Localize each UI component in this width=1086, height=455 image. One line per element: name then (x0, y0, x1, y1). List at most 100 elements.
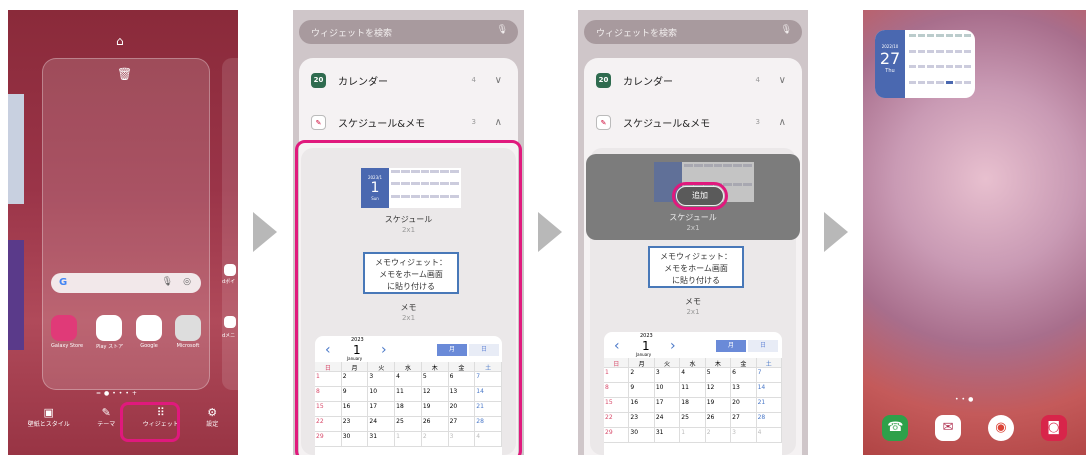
chevron-right-icon: › (670, 338, 676, 354)
settings-button[interactable]: ⚙ 設定 (206, 406, 218, 428)
google-search-bar[interactable]: G 🎙 ◎ (51, 273, 201, 293)
widget-group-calendar[interactable]: 20 カレンダー 4 ∨ (596, 70, 790, 90)
date-cell[interactable]: 24 (654, 413, 681, 428)
right-page-peek: dポイ dメニ (222, 58, 238, 390)
gear-icon: ⚙ (207, 406, 218, 419)
weekday-cell: 水 (680, 358, 706, 368)
schedule-widget[interactable]: 2022/10 27 Thu (875, 30, 975, 98)
date-cell[interactable]: 14 (756, 383, 782, 398)
phone-icon[interactable]: ☎ (882, 415, 909, 441)
weekday-cell: 金 (731, 358, 757, 368)
weekday-cell: 火 (654, 358, 681, 368)
mail-icon[interactable]: ✉ (935, 415, 962, 441)
chevron-up-icon: ∧ (778, 116, 786, 128)
highlight-frame (295, 140, 522, 455)
calendar-icon: 20 (596, 72, 611, 88)
brush-icon: ✎ (101, 406, 111, 419)
date-cell[interactable]: 25 (680, 413, 706, 428)
date-cell[interactable]: 23 (629, 413, 655, 428)
date-cell[interactable]: 16 (629, 398, 655, 413)
date-cell[interactable]: 4 (756, 428, 782, 443)
month-widget-thumb[interactable]: ‹ 2023 1 January › 月 日 日月火水木金土 123456789… (604, 332, 782, 455)
home-page-preview[interactable]: 🗑 G 🎙 ◎ Galaxy Store Play ストア Google Mic… (42, 58, 210, 390)
app-play-store[interactable]: Play ストア (96, 315, 123, 350)
widget-search-bar[interactable]: ウィジェットを検索 🎙 (299, 20, 518, 44)
date-cell[interactable]: 15 (604, 398, 630, 413)
left-page-peek (8, 94, 24, 204)
memo-widget-thumb[interactable]: メモウィジェット： メモをホーム画面 に貼り付ける (648, 246, 744, 288)
schedule-memo-icon: ✎ (311, 114, 326, 130)
date-cell[interactable]: 3 (731, 428, 757, 443)
app-d-menu[interactable] (224, 316, 236, 328)
date-cell[interactable]: 2 (705, 428, 732, 443)
app-row: Galaxy Store Play ストア Google Microsoft (51, 315, 201, 350)
date-cell[interactable]: 1 (680, 428, 706, 443)
date-cell[interactable]: 17 (654, 398, 681, 413)
date-cell[interactable]: 5 (705, 368, 732, 383)
date-cell[interactable]: 27 (731, 413, 757, 428)
weekday-cell: 月 (629, 358, 655, 368)
page-indicator: =●•••+ (96, 390, 140, 397)
date-cell[interactable]: 7 (756, 368, 782, 383)
weekday-cell: 日 (604, 358, 630, 368)
mic-icon[interactable]: 🎙 (497, 25, 508, 35)
date-cell[interactable]: 12 (705, 383, 732, 398)
date-cell[interactable]: 3 (654, 368, 681, 383)
app-google[interactable]: Google (136, 315, 163, 350)
chrome-icon[interactable]: ◉ (987, 415, 1014, 441)
app-microsoft[interactable]: Microsoft (174, 315, 201, 350)
widget-search-bar[interactable]: ウィジェットを検索 🎙 (584, 20, 802, 44)
widget-group-schedule-memo[interactable]: ✎ スケジュール&メモ 3 ∧ (311, 112, 506, 132)
wallpaper-style-button[interactable]: ▣ 壁紙とスタイル (28, 406, 70, 428)
lens-icon[interactable]: ◎ (183, 277, 191, 287)
date-cell[interactable]: 29 (604, 428, 630, 443)
date-cell[interactable]: 22 (604, 413, 630, 428)
chevron-up-icon: ∧ (494, 116, 502, 128)
app-d-point[interactable] (224, 264, 236, 276)
chevron-down-icon: ∨ (778, 74, 786, 86)
date-cell[interactable]: 21 (756, 398, 782, 413)
date-cell[interactable]: 26 (705, 413, 732, 428)
widget-group-schedule-memo[interactable]: ✎ スケジュール&メモ 3 ∧ (596, 112, 790, 132)
mic-icon[interactable]: 🎙 (781, 25, 792, 35)
chevron-left-icon: ‹ (614, 338, 620, 354)
page-indicator: ••● (955, 396, 977, 403)
date-cell[interactable]: 13 (731, 383, 757, 398)
date-cell[interactable]: 8 (604, 383, 630, 398)
date-cell[interactable]: 6 (731, 368, 757, 383)
date-cell[interactable]: 28 (756, 413, 782, 428)
home-icon[interactable]: ⌂ (116, 34, 124, 48)
widget-group-calendar[interactable]: 20 カレンダー 4 ∨ (311, 70, 506, 90)
date-cell[interactable]: 11 (680, 383, 706, 398)
left-page-peek-2 (8, 240, 24, 350)
highlight-frame (672, 182, 728, 210)
date-cell[interactable]: 20 (731, 398, 757, 413)
date-cell[interactable]: 18 (680, 398, 706, 413)
wallpaper-icon: ▣ (43, 406, 54, 419)
schedule-memo-icon: ✎ (596, 114, 611, 130)
mic-icon[interactable]: 🎙 (162, 277, 173, 287)
home-screen-result: 2022/10 27 Thu ••● ☎ ✉ ◉ ◙ (863, 10, 1086, 455)
date-cell[interactable]: 9 (629, 383, 655, 398)
date-cell[interactable]: 1 (604, 368, 630, 383)
step-arrow (824, 212, 848, 252)
date-cell[interactable]: 4 (680, 368, 706, 383)
app-galaxy-store[interactable]: Galaxy Store (51, 315, 83, 350)
step-arrow (253, 212, 277, 252)
date-grid: 1 2 3 4 5 6 7 8 9 10 11 12 13 14 15 16 17 18 19 20 21 22 23 24 2… (604, 368, 782, 443)
chevron-down-icon: ∨ (494, 74, 502, 86)
date-cell[interactable]: 30 (629, 428, 655, 443)
widget-list-screen: ウィジェットを検索 🎙 20 カレンダー 4 ∨ ✎ スケジュール&メモ 3 ∧ … (293, 10, 524, 455)
weekday-cell: 木 (705, 358, 732, 368)
date-cell[interactable]: 2 (629, 368, 655, 383)
date-cell[interactable]: 19 (705, 398, 732, 413)
trash-icon[interactable]: 🗑 (117, 67, 132, 81)
date-cell[interactable]: 10 (654, 383, 681, 398)
theme-button[interactable]: ✎ テーマ (97, 406, 115, 428)
widget-previews: 追加 スケジュール 2x1 メモウィジェット： メモをホーム画面 に貼り付ける … (586, 148, 800, 455)
home-edit-screen: ⌂ 🗑 G 🎙 ◎ Galaxy Store Play ストア Google M… (8, 10, 238, 455)
camera-icon[interactable]: ◙ (1040, 415, 1067, 441)
dock: ☎ ✉ ◉ ◙ (869, 415, 1080, 441)
date-cell[interactable]: 31 (654, 428, 681, 443)
weekday-header: 日月火水木金土 (604, 358, 782, 368)
